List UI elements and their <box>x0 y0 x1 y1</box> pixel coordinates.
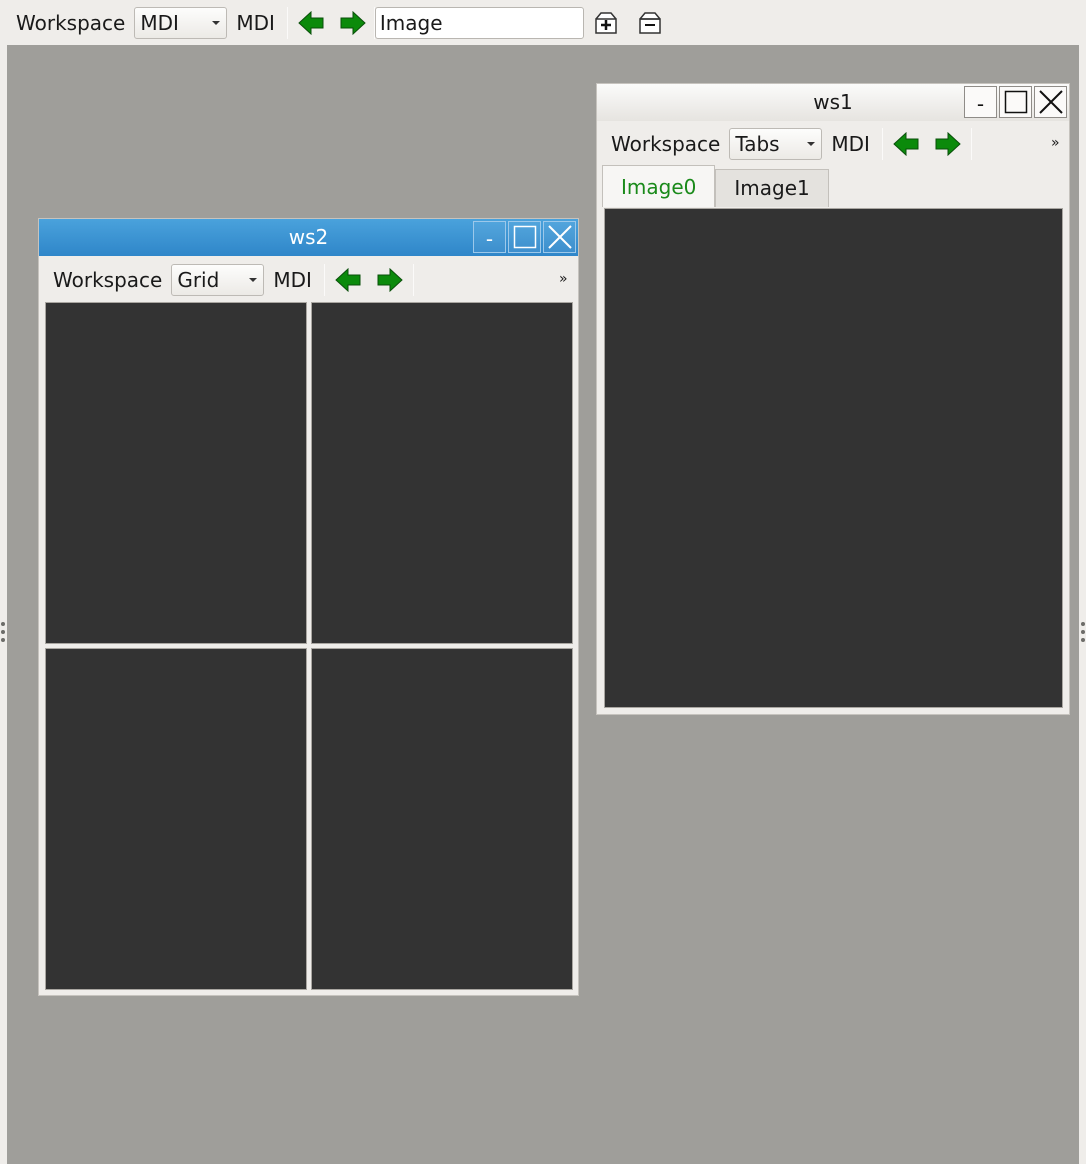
main-toolbar: Workspace MDI MDI Image <box>0 6 1086 40</box>
image-pane[interactable] <box>45 302 307 644</box>
maximize-icon <box>1004 90 1027 114</box>
toolbar-separator <box>412 264 414 296</box>
minimize-button[interactable]: - <box>473 221 506 253</box>
toolbar-separator <box>323 264 325 296</box>
right-arrow-icon <box>935 132 961 156</box>
close-icon <box>547 225 572 249</box>
image-name-input[interactable]: Image <box>374 7 584 39</box>
workspace-label: Workspace <box>611 132 721 156</box>
subwindow-ws1: ws1 - Workspace Tabs MDI » Image0 Image1 <box>596 83 1070 715</box>
mdi-label: MDI <box>236 11 275 35</box>
toolbar-separator <box>286 7 288 39</box>
right-arrow-icon <box>377 268 403 292</box>
workspace-mode-value: MDI <box>140 11 179 35</box>
mdi-label: MDI <box>273 268 312 292</box>
add-workspace-icon <box>595 12 617 34</box>
remove-workspace-button[interactable] <box>634 7 666 39</box>
right-arrow-icon <box>340 11 366 35</box>
image-pane[interactable] <box>604 208 1063 708</box>
minimize-icon: - <box>976 92 985 116</box>
toolbar-overflow-button[interactable]: » <box>559 271 568 287</box>
workspace-label: Workspace <box>53 268 163 292</box>
chevron-down-icon <box>249 278 258 282</box>
window-title: ws2 <box>288 225 329 249</box>
minimize-button[interactable]: - <box>964 86 997 118</box>
image-tab-bar: Image0 Image1 <box>602 165 829 207</box>
next-image-button[interactable] <box>931 128 965 160</box>
chevron-down-icon <box>212 21 221 25</box>
layout-value: Tabs <box>735 132 780 156</box>
window-title: ws1 <box>813 90 853 114</box>
close-button[interactable] <box>543 221 576 253</box>
toolbar-overflow-button[interactable]: » <box>1051 135 1060 151</box>
previous-image-button[interactable] <box>889 128 923 160</box>
left-arrow-icon <box>298 11 324 35</box>
right-splitter-handle[interactable] <box>1080 622 1086 650</box>
maximize-button[interactable] <box>508 221 541 253</box>
left-arrow-icon <box>893 132 919 156</box>
previous-workspace-button[interactable] <box>294 7 328 39</box>
workspace-mode-select[interactable]: MDI <box>134 7 228 39</box>
left-splitter-handle[interactable] <box>0 622 6 650</box>
tab-image1[interactable]: Image1 <box>715 169 829 207</box>
workspace-label: Workspace <box>16 11 126 35</box>
subwindow-ws2: ws2 - Workspace Grid MDI » <box>38 218 579 996</box>
image-pane[interactable] <box>311 648 573 990</box>
layout-select[interactable]: Tabs <box>729 128 823 160</box>
titlebar-ws1[interactable]: ws1 - <box>597 84 1069 121</box>
chevron-down-icon <box>807 142 816 146</box>
minimize-icon: - <box>485 227 494 251</box>
close-button[interactable] <box>1034 86 1067 118</box>
tab-image0[interactable]: Image0 <box>602 165 716 207</box>
titlebar-ws2[interactable]: ws2 - <box>39 219 578 256</box>
add-workspace-button[interactable] <box>590 7 622 39</box>
layout-value: Grid <box>177 268 220 292</box>
image-pane[interactable] <box>311 302 573 644</box>
toolbar-separator <box>970 128 972 160</box>
next-image-button[interactable] <box>373 264 407 296</box>
ws1-toolbar: Workspace Tabs MDI <box>611 127 972 161</box>
image-pane[interactable] <box>45 648 307 990</box>
maximize-icon <box>513 225 536 249</box>
left-arrow-icon <box>335 268 361 292</box>
toolbar-separator <box>881 128 883 160</box>
remove-workspace-icon <box>639 12 661 34</box>
previous-image-button[interactable] <box>331 264 365 296</box>
maximize-button[interactable] <box>999 86 1032 118</box>
mdi-label: MDI <box>831 132 870 156</box>
close-icon <box>1038 90 1063 114</box>
next-workspace-button[interactable] <box>336 7 370 39</box>
ws2-toolbar: Workspace Grid MDI <box>53 263 414 297</box>
image-name-value: Image <box>379 11 443 35</box>
layout-select[interactable]: Grid <box>171 264 265 296</box>
